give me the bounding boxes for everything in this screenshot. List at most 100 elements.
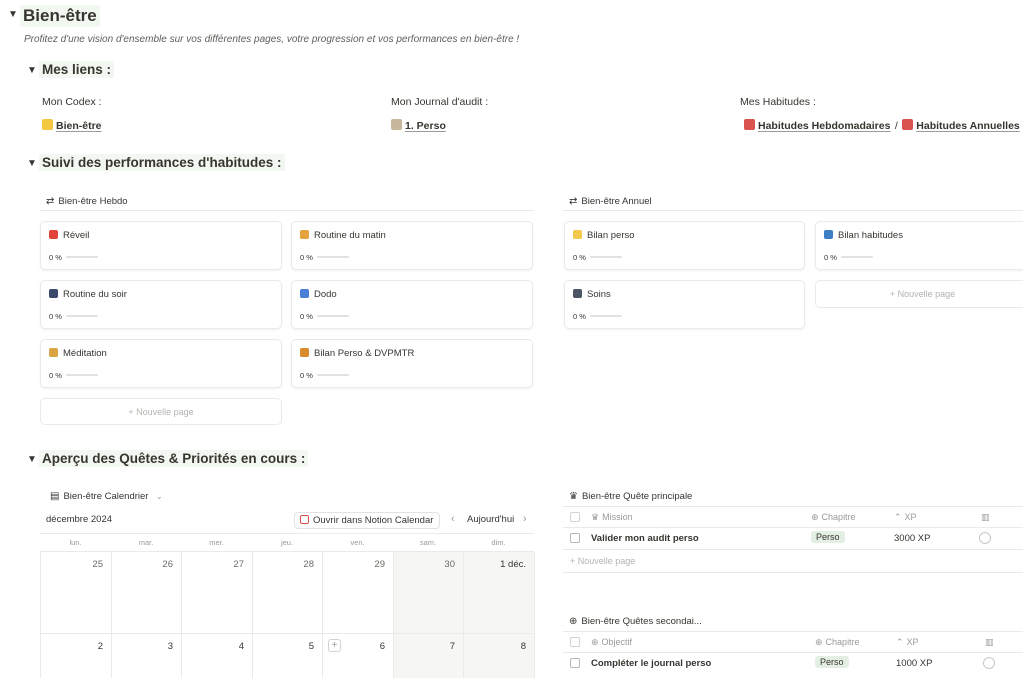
objectif-cell[interactable]: Compléter le journal perso	[591, 658, 711, 669]
col-status-icon[interactable]: ▥	[981, 512, 990, 523]
calendar-day[interactable]: 5	[253, 634, 323, 678]
habit-card-title: Soins	[587, 289, 611, 300]
notebook-icon	[300, 348, 309, 357]
habit-card[interactable]: Routine du matin 0 %	[291, 221, 533, 270]
add-event-icon[interactable]: +	[328, 639, 341, 652]
col-xp[interactable]: ⌃ XP	[896, 637, 919, 648]
row-checkbox[interactable]	[570, 658, 580, 668]
trophy-icon: ♛	[569, 491, 578, 502]
habit-progress-bar	[841, 256, 873, 258]
annuel-divider	[563, 210, 1023, 211]
col-xp[interactable]: ⌃ XP	[894, 512, 917, 523]
calendar-day[interactable]: 2	[41, 634, 112, 678]
page-subtitle: Profitez d'une vision d'ensemble sur vos…	[24, 34, 520, 45]
links-heading: Mes liens :	[39, 61, 115, 78]
calendar-icon	[902, 119, 914, 130]
calendar-day[interactable]: 30	[394, 552, 464, 634]
row-checkbox[interactable]	[570, 533, 580, 543]
calendar-day[interactable]: 4	[182, 634, 253, 678]
quests-toggle-icon[interactable]: ▼	[27, 454, 37, 465]
rollup-icon: ⌃	[894, 512, 902, 522]
calendar-day[interactable]: 1 déc.	[464, 552, 535, 634]
calendar-day[interactable]: 28	[253, 552, 323, 634]
habit-progress-text: 0 %	[573, 312, 586, 321]
journal-link[interactable]: 1. Perso	[405, 120, 446, 132]
col-objectif[interactable]: ⊕ Objectif	[591, 637, 632, 648]
today-button[interactable]: Aujourd'hui	[467, 514, 514, 525]
journal-label: Mon Journal d'audit :	[391, 96, 489, 108]
weekday-label: mar.	[138, 538, 154, 547]
chevron-down-icon[interactable]: ⌄	[156, 492, 163, 501]
main-quest-new-page-button[interactable]: + Nouvelle page	[570, 556, 635, 566]
annuel-new-page-button[interactable]: + Nouvelle page	[815, 280, 1023, 308]
select-all-checkbox[interactable]	[570, 512, 580, 522]
main-quest-db-title[interactable]: ♛ Bien-être Quête principale	[569, 486, 692, 504]
habit-card[interactable]: Réveil 0 %	[40, 221, 282, 270]
habit-card[interactable]: Soins 0 %	[564, 280, 805, 329]
habit-card[interactable]: Méditation 0 %	[40, 339, 282, 388]
sunrise-icon	[300, 230, 309, 239]
hebdo-db-title[interactable]: ⇄ Bien-être Hebdo	[46, 191, 128, 209]
prev-month-icon[interactable]: ‹	[451, 513, 455, 525]
calendar-icon	[744, 119, 755, 130]
calendar-day[interactable]: + 6	[323, 634, 394, 678]
col-mission[interactable]: ♛ Mission	[591, 512, 633, 523]
perf-toggle-icon[interactable]: ▼	[27, 158, 37, 169]
habit-card[interactable]: Bilan perso 0 %	[564, 221, 805, 270]
weekday-label: mer.	[209, 538, 224, 547]
habits-annual-link[interactable]: Habitudes Annuelles	[916, 120, 1019, 132]
habit-card-title: Dodo	[314, 289, 337, 300]
side-quests-db-title[interactable]: ⊕ Bien-être Quêtes secondai...	[569, 611, 702, 629]
calendar-day[interactable]: 3	[112, 634, 182, 678]
col-status-icon[interactable]: ▥	[985, 637, 994, 648]
next-month-icon[interactable]: ›	[523, 513, 527, 525]
chapitre-cell[interactable]: Perso	[815, 656, 849, 668]
habit-card[interactable]: Dodo 0 %	[291, 280, 533, 329]
status-ring-icon[interactable]	[979, 532, 991, 544]
xp-cell: 1000 XP	[896, 658, 933, 669]
calendar-day[interactable]: 26	[112, 552, 182, 634]
alarm-clock-icon	[49, 230, 58, 239]
calendar-day[interactable]: 29	[323, 552, 394, 634]
calendar-db-title[interactable]: ▤ Bien-être Calendrier ⌄	[50, 486, 163, 504]
sync-icon: ⇄	[569, 196, 578, 207]
habit-card[interactable]: Routine du soir 0 %	[40, 280, 282, 329]
calendar-top-rule	[40, 533, 534, 534]
night-icon	[49, 289, 58, 298]
calendar-day[interactable]: 27	[182, 552, 253, 634]
habit-progress-bar	[66, 374, 98, 376]
hebdo-new-page-button[interactable]: + Nouvelle page	[40, 398, 282, 425]
habit-progress-bar	[590, 256, 622, 258]
chapitre-tag: Perso	[811, 531, 845, 543]
habit-card[interactable]: Bilan habitudes 0 %	[815, 221, 1023, 270]
status-ring-icon[interactable]	[983, 657, 995, 669]
calendar-day[interactable]: 25	[41, 552, 112, 634]
codex-link[interactable]: Bien-être	[56, 120, 102, 132]
mission-cell[interactable]: Valider mon audit perso	[591, 533, 699, 544]
calendar-day[interactable]: 7	[394, 634, 464, 678]
codex-link-row[interactable]: Bien-être	[42, 116, 102, 134]
open-notion-calendar-button[interactable]: Ouvrir dans Notion Calendar	[294, 512, 441, 529]
habit-progress-text: 0 %	[49, 253, 62, 262]
codex-label: Mon Codex :	[42, 96, 102, 108]
main-quest-header-bottom	[563, 527, 1023, 528]
chart-icon	[824, 230, 833, 239]
chapitre-cell[interactable]: Perso	[811, 531, 845, 543]
annuel-db-title[interactable]: ⇄ Bien-être Annuel	[569, 191, 652, 209]
meditation-icon	[49, 348, 58, 357]
perf-heading: Suivi des performances d'habitudes :	[39, 154, 285, 171]
col-chapitre[interactable]: ⊕ Chapitre	[815, 637, 860, 648]
plus-circle-icon: ⊕	[591, 637, 599, 647]
journal-link-row[interactable]: 1. Perso	[391, 116, 446, 134]
habit-progress-text: 0 %	[300, 253, 313, 262]
habits-weekly-link[interactable]: Habitudes Hebdomadaires	[758, 120, 890, 132]
habit-card[interactable]: Bilan Perso & DVPMTR 0 %	[291, 339, 533, 388]
calendar-day[interactable]: 8	[464, 634, 535, 678]
select-all-checkbox[interactable]	[570, 637, 580, 647]
page-toggle-icon[interactable]: ▼	[8, 9, 18, 20]
col-chapitre[interactable]: ⊕ Chapitre	[811, 512, 856, 523]
habit-progress-bar	[317, 374, 349, 376]
links-toggle-icon[interactable]: ▼	[27, 65, 37, 76]
weekday-label: lun.	[69, 538, 82, 547]
rollup-icon: ⌃	[896, 637, 904, 647]
